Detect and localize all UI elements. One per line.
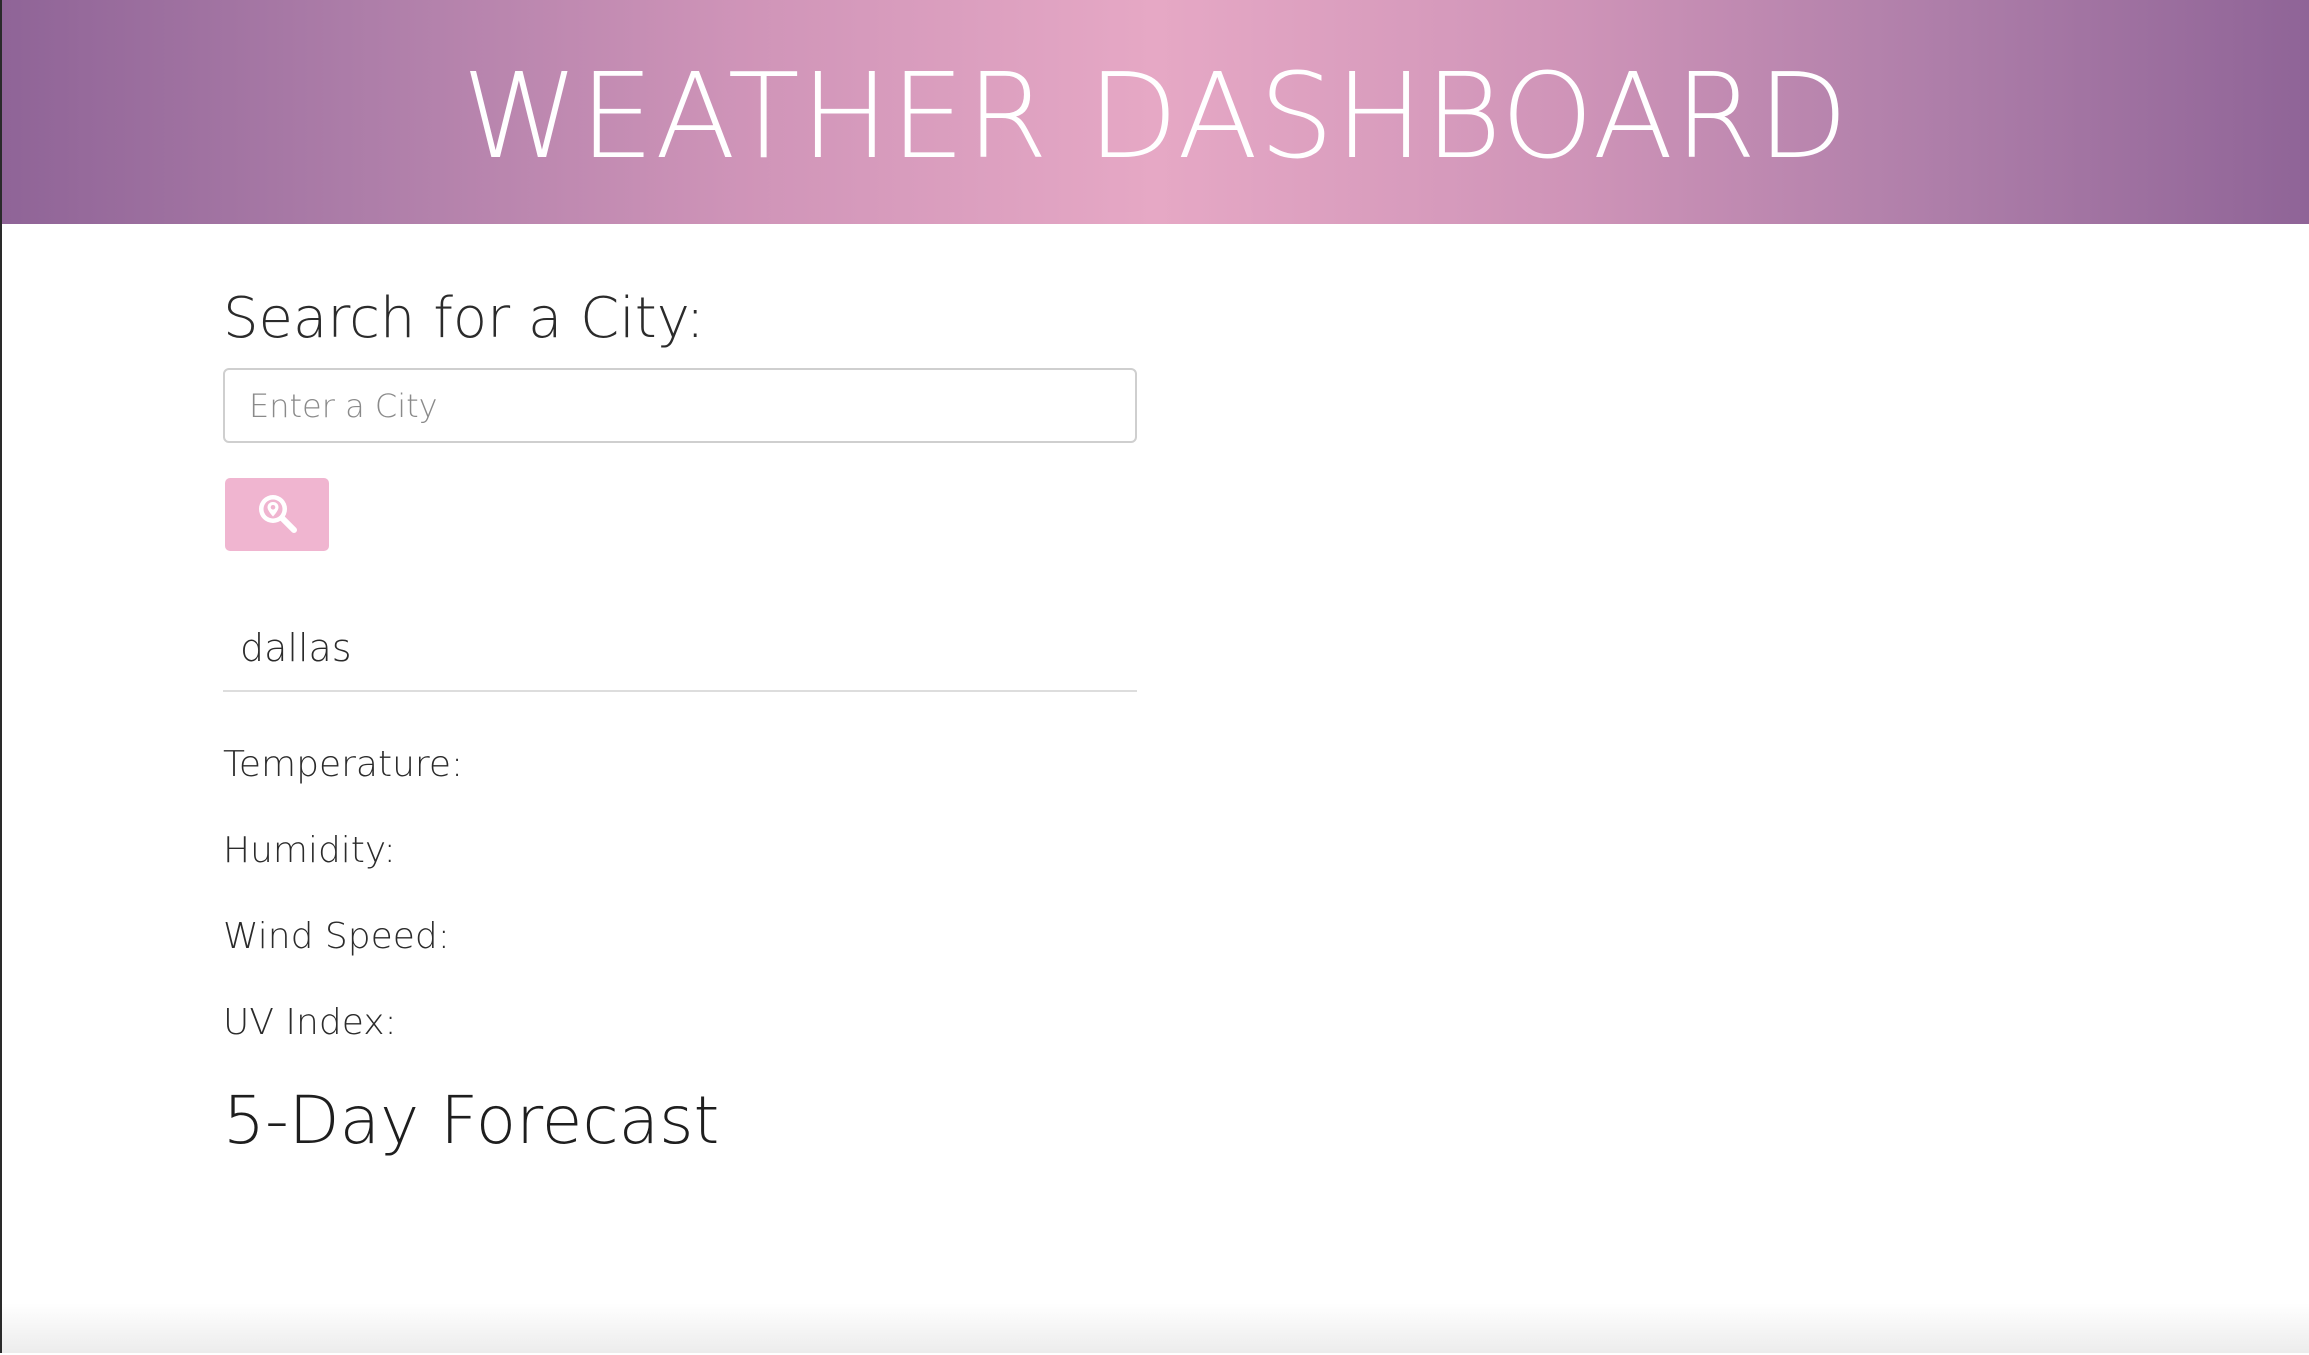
search-heading: Search for a City: bbox=[223, 286, 705, 351]
forecast-heading: 5-Day Forecast bbox=[223, 1082, 720, 1159]
city-search-input[interactable] bbox=[223, 368, 1137, 443]
wind-speed-label: Wind Speed: bbox=[223, 916, 450, 957]
page-header: WEATHER DASHBOARD bbox=[2, 0, 2309, 224]
humidity-label: Humidity: bbox=[223, 830, 396, 871]
bottom-edge-shadow bbox=[2, 1303, 2309, 1353]
search-location-icon bbox=[255, 491, 299, 538]
search-button[interactable] bbox=[225, 478, 329, 551]
history-item-dallas[interactable]: dallas bbox=[240, 626, 352, 670]
app-window: WEATHER DASHBOARD Search for a City: dal… bbox=[0, 0, 2309, 1353]
uv-index-label: UV Index: bbox=[223, 1002, 397, 1043]
search-history-list: dallas bbox=[223, 586, 1137, 692]
page-title: WEATHER DASHBOARD bbox=[461, 47, 1850, 185]
temperature-label: Temperature: bbox=[223, 744, 464, 785]
